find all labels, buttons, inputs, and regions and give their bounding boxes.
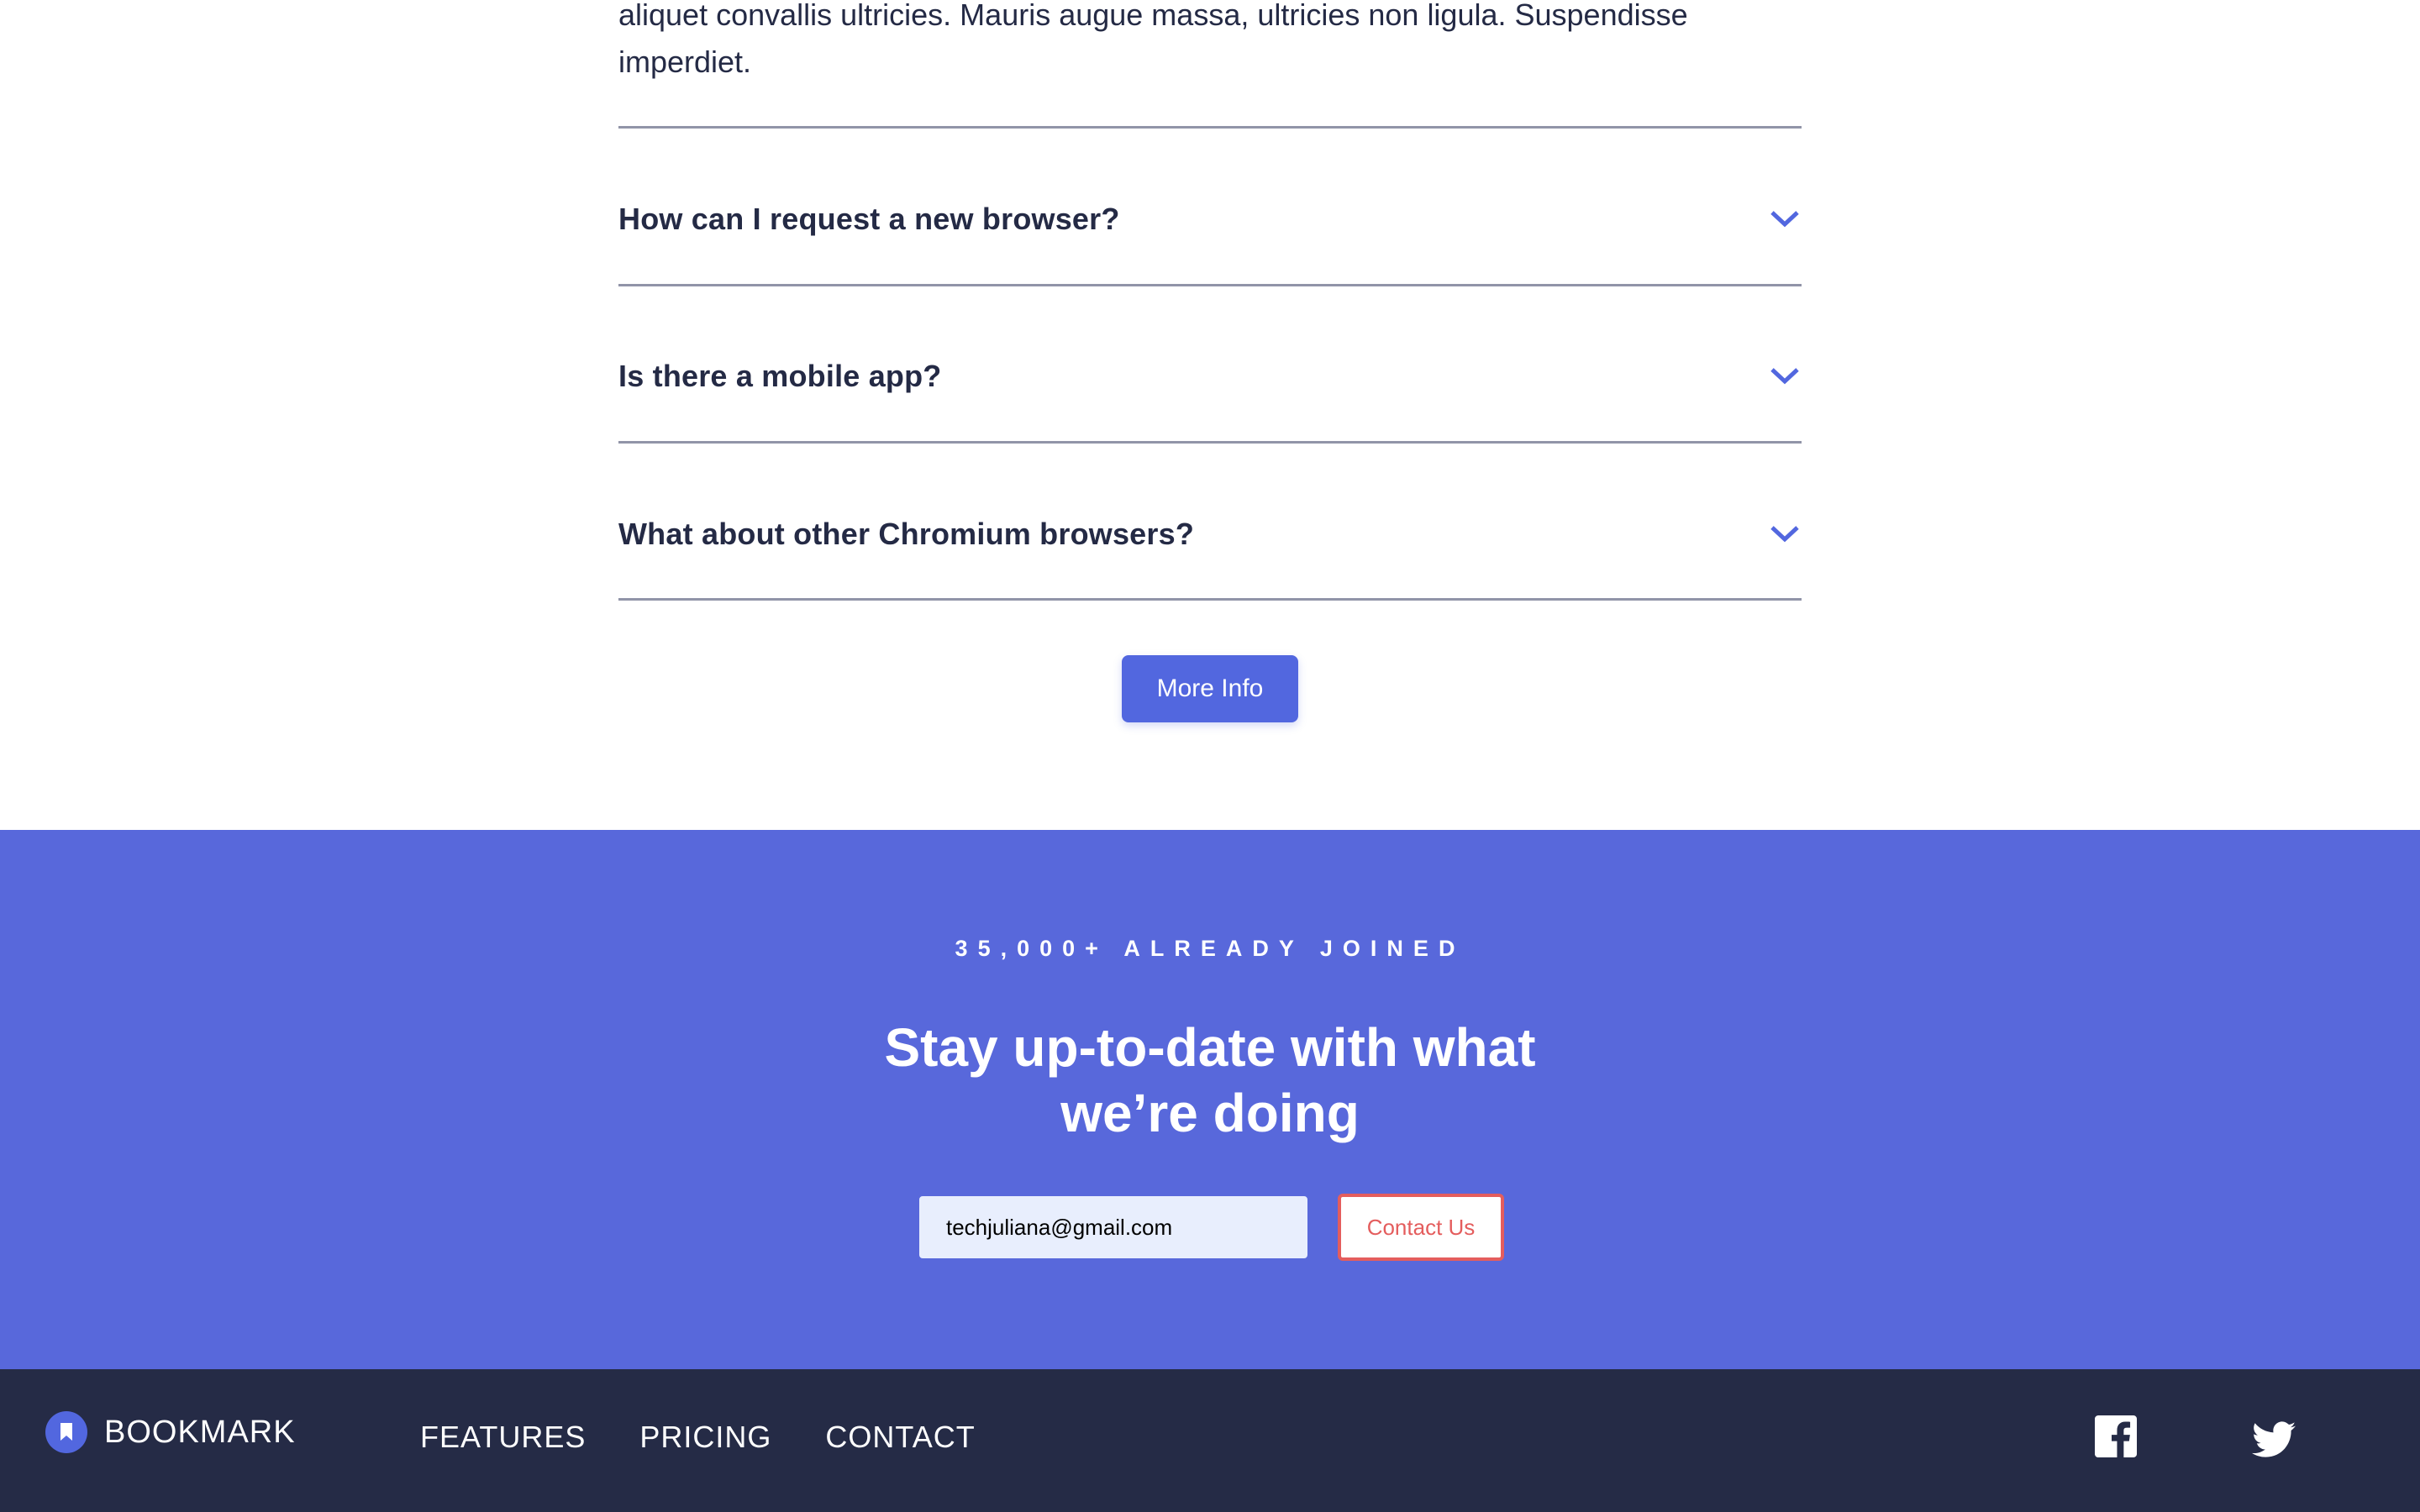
faq-question: How can I request a new browser? — [618, 202, 1120, 236]
footer-link-contact[interactable]: CONTACT — [825, 1420, 975, 1455]
faq-question: What about other Chromium browsers? — [618, 517, 1195, 551]
facebook-icon[interactable] — [2094, 1415, 2138, 1458]
faq-divider — [618, 126, 1802, 129]
faq-section: aliquet convallis ultricies. Mauris augu… — [0, 0, 2420, 830]
faq-item-request-browser[interactable]: How can I request a new browser? — [618, 184, 1802, 255]
footer-link-features[interactable]: FEATURES — [420, 1420, 586, 1455]
faq-divider — [618, 441, 1802, 444]
faq-item-chromium[interactable]: What about other Chromium browsers? — [618, 499, 1802, 570]
faq-divider — [618, 284, 1802, 286]
twitter-icon[interactable] — [2252, 1418, 2296, 1462]
chevron-down-icon[interactable] — [1768, 522, 1802, 547]
newsletter-title: Stay up-to-date with what we’re doing — [884, 1017, 1536, 1143]
contact-us-button[interactable]: Contact Us — [1338, 1194, 1504, 1261]
bookmark-icon — [45, 1411, 87, 1453]
footer-nav: FEATURES PRICING CONTACT — [420, 1420, 976, 1455]
footer: BOOKMARK FEATURES PRICING CONTACT — [0, 1369, 2420, 1512]
chevron-down-icon[interactable] — [1768, 207, 1802, 232]
faq-question: Is there a mobile app? — [618, 359, 942, 393]
joined-count-label: 35,000+ ALREADY JOINED — [955, 936, 1465, 961]
more-info-button[interactable]: More Info — [1122, 655, 1298, 722]
newsletter-section: 35,000+ ALREADY JOINED Stay up-to-date w… — [0, 830, 2420, 1369]
faq-divider — [618, 598, 1802, 601]
logo[interactable]: BOOKMARK — [45, 1411, 296, 1453]
logo-text: BOOKMARK — [104, 1414, 296, 1450]
footer-link-pricing[interactable]: PRICING — [639, 1420, 771, 1455]
faq-answer-text: aliquet convallis ultricies. Mauris augu… — [618, 0, 1688, 79]
chevron-down-icon[interactable] — [1768, 364, 1802, 389]
faq-item-mobile-app[interactable]: Is there a mobile app? — [618, 341, 1802, 412]
email-input[interactable] — [919, 1196, 1307, 1258]
